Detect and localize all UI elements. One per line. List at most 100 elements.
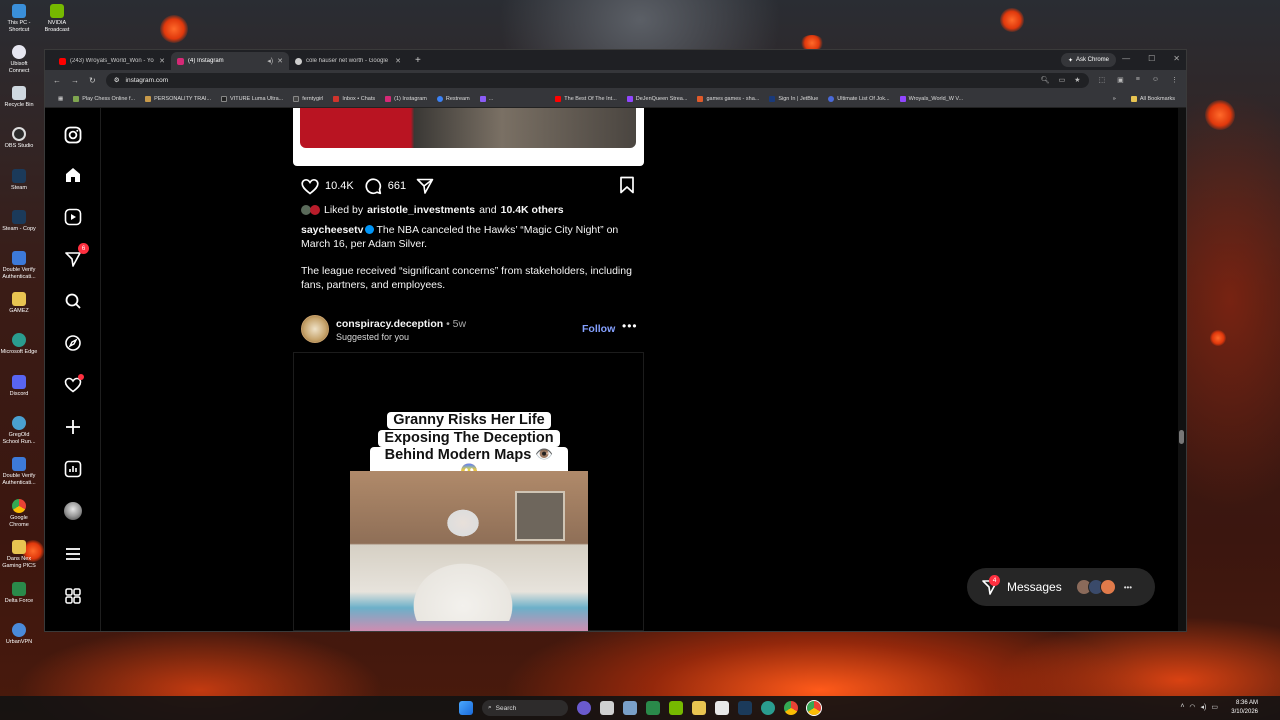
file-explorer-icon[interactable] <box>692 701 706 715</box>
minimize-icon[interactable]: — <box>1122 54 1130 63</box>
author-link[interactable]: conspiracy.deception <box>336 318 443 330</box>
post-video[interactable]: Granny Risks Her Life Exposing The Decep… <box>293 352 644 631</box>
like-button[interactable]: 10.4K <box>301 178 354 195</box>
desktop-icon-gaming-pics[interactable]: Dans Nex Gaming PICS <box>0 540 38 570</box>
liked-by-user-link[interactable]: aristotle_investments <box>367 204 475 216</box>
game-bar-icon[interactable] <box>646 701 660 715</box>
desktop-icon-double-verify[interactable]: Double Verify Authenticati... <box>0 251 38 281</box>
close-icon[interactable]: ✕ <box>277 57 283 65</box>
tab-google[interactable]: cole hauser net worth - Google ✕ <box>289 52 407 70</box>
nvidia-icon[interactable] <box>669 701 683 715</box>
also-from-meta-icon[interactable] <box>63 586 83 606</box>
desktop-icon-chrome[interactable]: Google Chrome <box>0 499 38 529</box>
bookmark-twitch[interactable]: ... <box>475 95 499 102</box>
desktop-icon-double-verify-2[interactable]: Double Verify Authenticati... <box>0 457 38 487</box>
apps-icon[interactable]: ▦ <box>53 96 68 102</box>
desktop-icon-obs[interactable]: OBS Studio <box>0 127 38 150</box>
desktop-icon-steam[interactable]: Steam <box>0 169 38 192</box>
volume-icon[interactable]: ◂) <box>1201 703 1207 711</box>
desktop-icon-recycle-bin[interactable]: Recycle Bin <box>0 86 38 109</box>
caption-author-link[interactable]: saycheesetv <box>301 224 363 236</box>
home-icon[interactable] <box>63 165 83 185</box>
side-panel-icon[interactable]: ▣ <box>1117 76 1124 84</box>
desktop-icon-edge[interactable]: Microsoft Edge <box>0 333 38 356</box>
desktop-icon-steam-copy[interactable]: Steam - Copy <box>0 210 38 233</box>
desktop-icon-this-pc[interactable]: This PC - Shortcut <box>0 4 38 34</box>
bookmark-chess[interactable]: Play Chess Online f... <box>68 95 140 102</box>
reels-icon[interactable] <box>63 207 83 227</box>
chevron-up-icon[interactable]: ˄ <box>1180 703 1184 711</box>
desktop-icon-discord[interactable]: Discord <box>0 375 38 398</box>
desktop-icon-ubisoft[interactable]: Ubisoft Connect <box>0 45 38 75</box>
new-tab-button[interactable]: + <box>407 52 429 70</box>
bookmark-instagram[interactable]: (1) Instagram <box>380 95 432 102</box>
bookmark-star-icon[interactable]: ★ <box>1074 76 1080 84</box>
desktop-icon-delta-force[interactable]: Delta Force <box>0 582 38 605</box>
chrome-active-icon[interactable] <box>806 700 822 716</box>
menu-icon[interactable]: ⋮ <box>1171 76 1178 84</box>
address-bar[interactable]: ⚙ instagram.com 🔍︎ ▭ ★ <box>105 72 1089 88</box>
liked-by-others-link[interactable]: 10.4K others <box>501 204 564 216</box>
bookmark-wroyals[interactable]: Wroyals_World_W V... <box>895 95 969 102</box>
bookmark-personality[interactable]: PERSONALITY TRAI... <box>140 95 216 102</box>
author-avatar[interactable] <box>301 315 329 343</box>
more-options-button[interactable]: ••• <box>622 319 638 333</box>
desktop-icon-nvidia[interactable]: NVIDIA Broadcast <box>42 4 72 34</box>
more-menu-icon[interactable] <box>63 544 83 564</box>
messages-icon[interactable]: 6 <box>63 243 89 269</box>
messages-widget[interactable]: 4 Messages ••• <box>967 568 1155 606</box>
bookmarks-overflow-icon[interactable]: » <box>1113 96 1116 102</box>
desktop-icon-urbanvpn[interactable]: UrbanVPN <box>0 623 38 646</box>
bookmark-dejenqueen[interactable]: DeJenQueen Strea... <box>622 95 693 102</box>
bookmark-jokes[interactable]: Ultimate List Of Jok... <box>823 95 894 102</box>
tab-instagram[interactable]: (4) Instagram ◂) ✕ <box>171 52 289 70</box>
copilot-icon[interactable] <box>577 701 591 715</box>
bookmark-jetblue[interactable]: Sign In | JetBlue <box>764 95 823 102</box>
ask-chrome-button[interactable]: ✦ Ask Chrome <box>1060 53 1116 67</box>
bookmark-ferntygirl[interactable]: ferntygirl <box>288 95 328 102</box>
back-icon[interactable]: ← <box>53 76 61 85</box>
bookmark-viture[interactable]: VITURE Luma Ultra... <box>216 95 288 102</box>
bookmark-youtube[interactable]: The Best Of The Int... <box>550 95 621 102</box>
save-button[interactable] <box>619 176 635 197</box>
site-info-icon[interactable]: ⚙ <box>114 76 120 84</box>
extensions-icon[interactable]: ⬚ <box>1099 76 1106 84</box>
battery-icon[interactable]: ▭ <box>1211 703 1218 711</box>
tab-search-icon[interactable]: ≡ <box>1136 76 1140 84</box>
explore-icon[interactable] <box>63 333 83 353</box>
search-icon[interactable] <box>63 291 83 311</box>
wifi-icon[interactable]: ◠ <box>1189 703 1195 711</box>
page-scrollbar[interactable] <box>1178 108 1186 631</box>
follow-button[interactable]: Follow <box>582 323 615 335</box>
messages-more-icon[interactable]: ••• <box>1124 583 1132 592</box>
steam-icon[interactable] <box>738 701 752 715</box>
close-icon[interactable]: ✕ <box>159 57 165 65</box>
instagram-logo-icon[interactable] <box>63 125 83 145</box>
share-button[interactable] <box>416 177 434 195</box>
chrome-icon[interactable] <box>784 701 798 715</box>
speaker-icon[interactable]: ◂) <box>267 57 273 65</box>
post-media[interactable] <box>293 108 644 166</box>
forward-icon[interactable]: → <box>71 76 79 85</box>
tab-youtube[interactable]: (243) Wroyals_World_Won - Yo ✕ <box>53 52 171 70</box>
desktop-icon-gregold[interactable]: GregOld School Run... <box>0 416 38 446</box>
comment-button[interactable]: 661 <box>364 177 406 195</box>
notepad-icon[interactable] <box>715 701 729 715</box>
dashboard-icon[interactable] <box>63 459 83 479</box>
maximize-icon[interactable]: ☐ <box>1148 54 1155 63</box>
profile-avatar[interactable] <box>63 501 83 521</box>
bookmark-restream[interactable]: Restream <box>432 95 475 102</box>
taskbar-search[interactable]: ⌕ Search <box>482 700 568 716</box>
close-window-icon[interactable]: ✕ <box>1173 54 1180 63</box>
profile-icon[interactable]: ☺ <box>1152 76 1159 84</box>
edge-icon[interactable] <box>761 701 775 715</box>
bookmark-inbox[interactable]: Inbox • Chats <box>328 95 380 102</box>
windows-start-icon[interactable] <box>459 701 473 715</box>
zoom-icon[interactable]: 🔍︎ <box>1041 76 1050 84</box>
desktop-icon-gamez[interactable]: GAMEZ <box>0 292 38 315</box>
scrollbar-thumb[interactable] <box>1179 430 1184 444</box>
bookmark-games[interactable]: games games - sha... <box>692 95 764 102</box>
settings-icon[interactable] <box>623 701 637 715</box>
reload-icon[interactable]: ↻ <box>89 76 96 85</box>
taskbar-clock[interactable]: 8:36 AM 3/10/2026 <box>1231 699 1258 717</box>
